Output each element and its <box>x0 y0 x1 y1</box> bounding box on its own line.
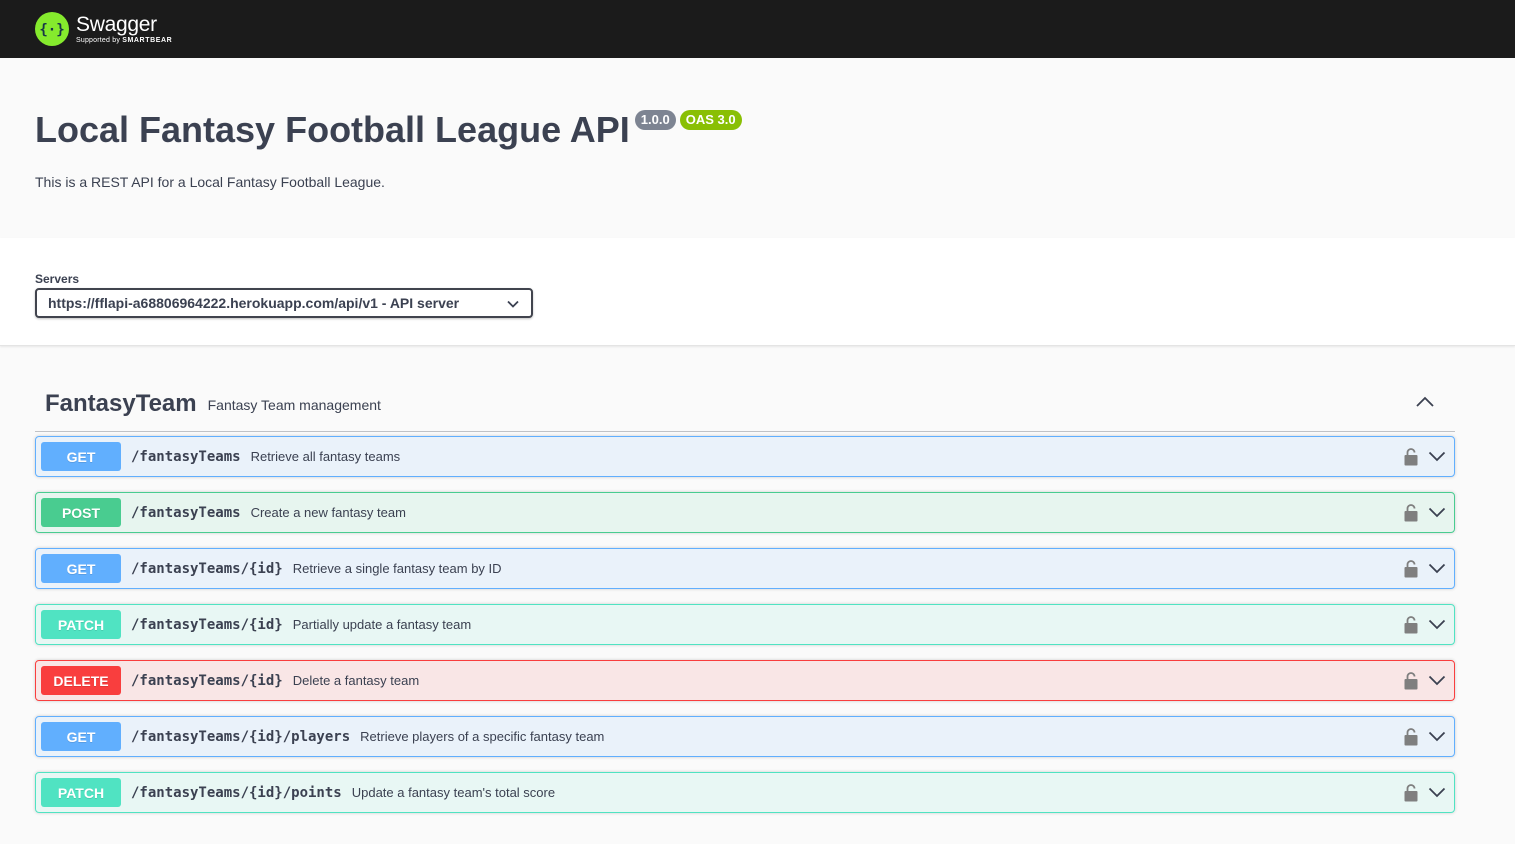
operation-get-0[interactable]: GET /fantasyTeams Retrieve all fantasy t… <box>35 436 1455 477</box>
chevron-down-icon[interactable] <box>1428 507 1446 518</box>
api-description: This is a REST API for a Local Fantasy F… <box>35 174 385 190</box>
lock-icon[interactable] <box>1404 503 1418 522</box>
svg-text:{·}: {·} <box>40 22 64 38</box>
method-badge: DELETE <box>41 666 121 695</box>
operation-patch-3[interactable]: PATCH /fantasyTeams/{id} Partially updat… <box>35 604 1455 645</box>
servers-selected-value: https://fflapi-a68806964222.herokuapp.co… <box>48 295 460 311</box>
logo-tagline: Supported by SMARTBEAR <box>76 37 172 44</box>
info-section: Local Fantasy Football League API 1.0.0 … <box>0 58 1515 238</box>
operation-path: /fantasyTeams/{id} <box>131 560 283 577</box>
operation-delete-4[interactable]: DELETE /fantasyTeams/{id} Delete a fanta… <box>35 660 1455 701</box>
operations-section: FantasyTeam Fantasy Team management GET … <box>0 346 1515 813</box>
operation-get-2[interactable]: GET /fantasyTeams/{id} Retrieve a single… <box>35 548 1455 589</box>
oas-badge: OAS 3.0 <box>679 110 742 130</box>
logo-sub-prefix: Supported by <box>76 37 121 44</box>
operation-patch-6[interactable]: PATCH /fantasyTeams/{id}/points Update a… <box>35 772 1455 813</box>
operation-summary: Create a new fantasy team <box>250 505 406 520</box>
method-badge: POST <box>41 498 121 527</box>
chevron-down-icon[interactable] <box>1428 619 1446 630</box>
servers-section: Servers https://fflapi-a68806964222.hero… <box>0 238 1515 346</box>
logo-name: Swagger <box>76 13 157 36</box>
method-badge: GET <box>41 442 121 471</box>
chevron-down-icon[interactable] <box>1428 787 1446 798</box>
servers-select[interactable]: https://fflapi-a68806964222.herokuapp.co… <box>35 288 533 318</box>
operation-get-5[interactable]: GET /fantasyTeams/{id}/players Retrieve … <box>35 716 1455 757</box>
method-badge: GET <box>41 722 121 751</box>
chevron-down-icon[interactable] <box>1428 451 1446 462</box>
operation-post-1[interactable]: POST /fantasyTeams Create a new fantasy … <box>35 492 1455 533</box>
logo-sub-brand: SMARTBEAR <box>122 37 173 44</box>
operation-summary: Partially update a fantasy team <box>292 617 472 632</box>
method-badge: PATCH <box>41 778 121 807</box>
tag-description: Fantasy Team management <box>207 397 381 413</box>
lock-icon[interactable] <box>1404 783 1418 802</box>
operation-list: GET /fantasyTeams Retrieve all fantasy t… <box>35 436 1455 813</box>
operation-path: /fantasyTeams <box>131 504 241 521</box>
chevron-down-icon <box>507 295 519 311</box>
method-badge: PATCH <box>41 610 121 639</box>
tag-header-fantasyteam[interactable]: FantasyTeam Fantasy Team management <box>35 376 1455 432</box>
chevron-up-icon[interactable] <box>1415 395 1435 413</box>
operation-path: /fantasyTeams/{id} <box>131 616 283 633</box>
api-title: Local Fantasy Football League API <box>35 109 630 150</box>
operation-summary: Update a fantasy team's total score <box>351 785 556 800</box>
method-badge: GET <box>41 554 121 583</box>
topbar: {·} Swagger Supported by SMARTBEAR <box>0 0 1515 58</box>
operation-summary: Retrieve all fantasy teams <box>250 449 401 464</box>
chevron-down-icon[interactable] <box>1428 675 1446 686</box>
swagger-braces-icon: {·} <box>35 12 69 46</box>
operation-summary: Delete a fantasy team <box>292 673 420 688</box>
tag-name: FantasyTeam <box>45 389 197 417</box>
lock-icon[interactable] <box>1404 727 1418 746</box>
operation-summary: Retrieve players of a specific fantasy t… <box>360 729 605 744</box>
operation-path: /fantasyTeams/{id}/points <box>131 784 342 801</box>
lock-icon[interactable] <box>1404 447 1418 466</box>
servers-label: Servers <box>35 272 80 286</box>
operation-summary: Retrieve a single fantasy team by ID <box>292 561 502 576</box>
operation-path: /fantasyTeams/{id}/players <box>131 728 351 745</box>
chevron-down-icon[interactable] <box>1428 731 1446 742</box>
swagger-logo-link[interactable]: {·} Swagger Supported by SMARTBEAR <box>35 12 172 46</box>
lock-icon[interactable] <box>1404 615 1418 634</box>
operation-path: /fantasyTeams <box>131 448 241 465</box>
lock-icon[interactable] <box>1404 559 1418 578</box>
version-badge: 1.0.0 <box>634 110 676 130</box>
lock-icon[interactable] <box>1404 671 1418 690</box>
operation-path: /fantasyTeams/{id} <box>131 672 283 689</box>
chevron-down-icon[interactable] <box>1428 563 1446 574</box>
